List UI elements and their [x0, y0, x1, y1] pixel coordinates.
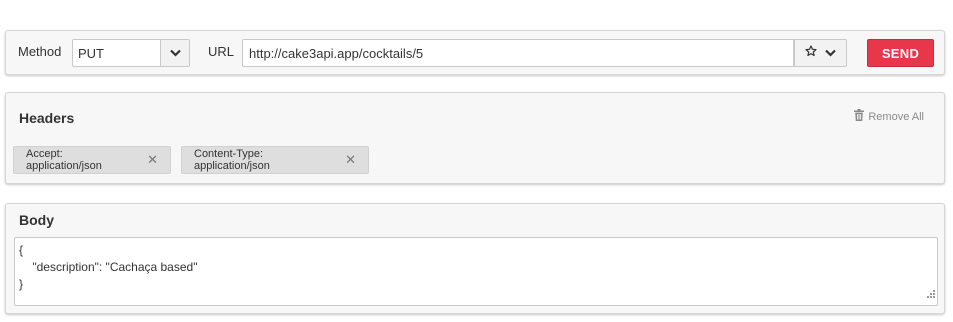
send-button[interactable]: SEND [867, 39, 934, 67]
header-tag[interactable]: Accept: application/json ✕ [13, 146, 171, 174]
headers-title: Headers [19, 110, 75, 126]
body-title: Body [19, 212, 54, 228]
request-bar: Method PUT URL SEND [5, 30, 945, 75]
remove-all-label: Remove All [868, 110, 924, 123]
url-actions[interactable] [794, 39, 847, 67]
trash-icon [854, 109, 865, 124]
body-editor[interactable]: { "description": "Cachaça based" } [14, 237, 938, 306]
headers-panel: Headers Remove All Accept: application/j… [5, 92, 945, 184]
method-select[interactable]: PUT [72, 39, 190, 67]
body-line: } [19, 277, 24, 291]
star-icon[interactable] [805, 44, 817, 62]
remove-all-button[interactable]: Remove All [854, 109, 924, 124]
method-value: PUT [78, 46, 104, 61]
chevron-down-icon[interactable] [825, 44, 836, 62]
header-tag-label: Content-Type: application/json [194, 148, 270, 172]
close-icon[interactable]: ✕ [147, 152, 158, 168]
header-tag[interactable]: Content-Type: application/json ✕ [181, 146, 369, 174]
body-panel: Body { "description": "Cachaça based" } [5, 203, 945, 314]
method-label: Method [18, 44, 62, 59]
body-line: { [19, 243, 24, 257]
header-tag-label: Accept: application/json [26, 148, 102, 172]
close-icon[interactable]: ✕ [345, 152, 356, 168]
chevron-down-icon[interactable] [160, 40, 189, 66]
body-line: "description": "Cachaça based" [19, 260, 198, 274]
resize-grip-icon[interactable] [927, 286, 935, 303]
url-input[interactable] [242, 39, 794, 67]
url-label: URL [208, 44, 235, 59]
